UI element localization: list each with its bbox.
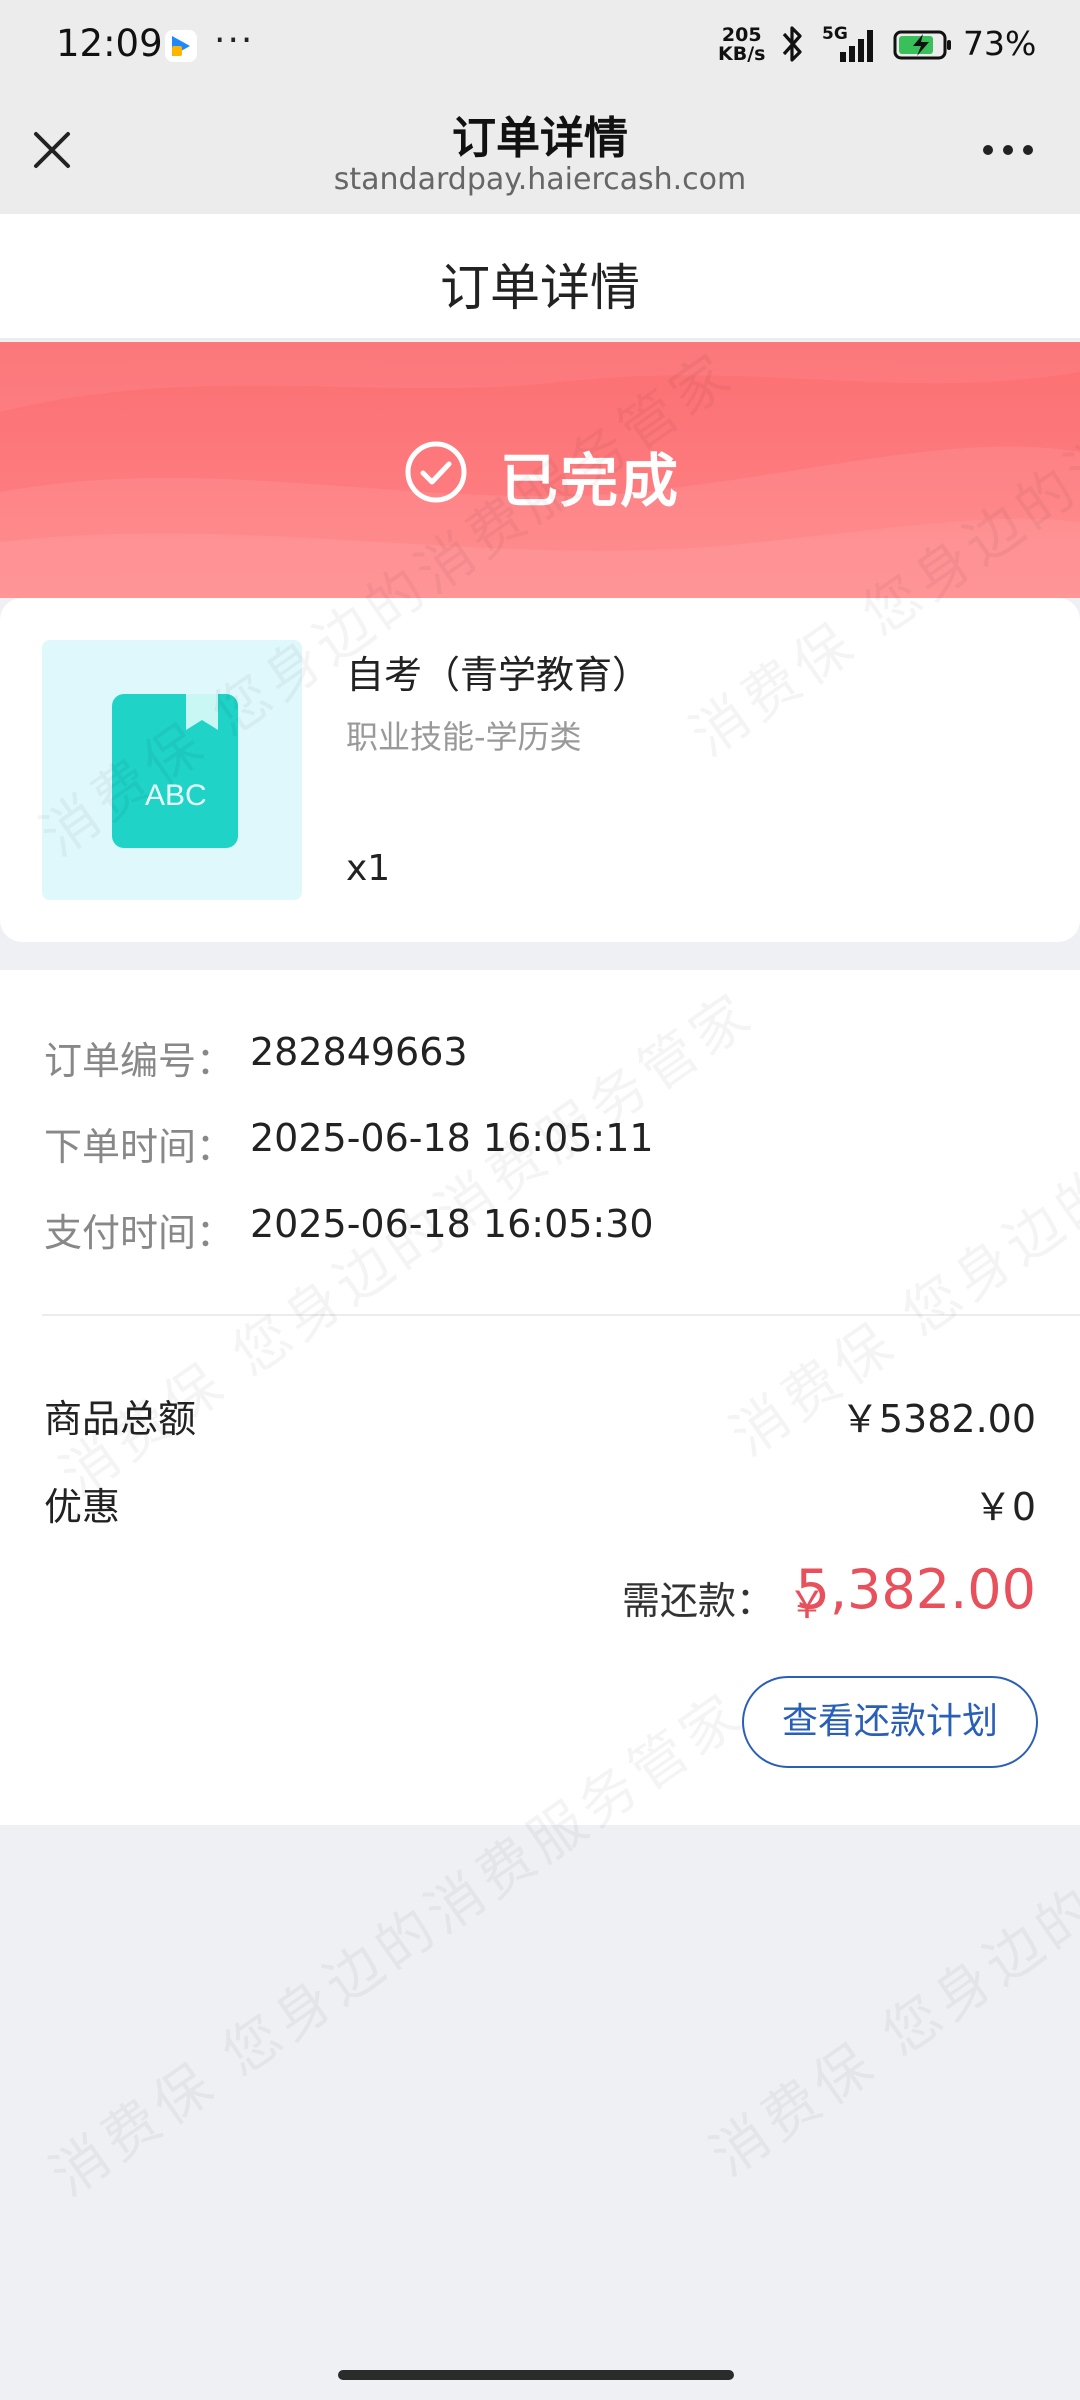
order-info-card: 订单编号： 282849663 下单时间： 2025-06-18 16:05:1… <box>0 970 1080 1825</box>
browser-header: 订单详情 standardpay.haiercash.com <box>0 88 1080 214</box>
more-notifications-icon: ··· <box>214 20 255 61</box>
network-speed: 205 KB/s <box>718 26 765 64</box>
status-banner: 已完成 <box>0 342 1080 598</box>
product-category: 职业技能-学历类 <box>346 718 582 756</box>
due-amount: 5,382.00 <box>795 1558 1036 1621</box>
discount-value: ￥0 <box>973 1485 1036 1529</box>
order-time-row: 下单时间： 2025-06-18 16:05:11 <box>44 1116 654 1171</box>
due-label: 需还款： <box>622 1579 775 1623</box>
product-quantity: x1 <box>346 848 391 889</box>
page-header: 订单详情 <box>0 214 1080 340</box>
book-icon-label: ABC <box>145 779 207 812</box>
pay-time-row: 支付时间： 2025-06-18 16:05:30 <box>44 1202 654 1257</box>
check-circle-icon <box>405 441 467 503</box>
product-thumbnail: ABC <box>42 640 302 900</box>
home-indicator[interactable] <box>338 2370 734 2380</box>
pay-time-label: 支付时间： <box>44 1211 235 1255</box>
order-number-value: 282849663 <box>250 1030 468 1074</box>
view-repayment-plan-button[interactable]: 查看还款计划 <box>742 1676 1038 1768</box>
order-number-label: 订单编号： <box>44 1039 235 1083</box>
network-speed-unit: KB/s <box>718 43 766 65</box>
battery-icon <box>893 30 951 60</box>
product-name: 自考（青学教育） <box>346 653 651 697</box>
browser-url: standardpay.haiercash.com <box>333 162 747 197</box>
page-title: 订单详情 <box>440 259 640 317</box>
order-number-row: 订单编号： 282849663 <box>44 1030 468 1085</box>
pay-time-value: 2025-06-18 16:05:30 <box>250 1202 654 1246</box>
order-time-value: 2025-06-18 16:05:11 <box>250 1116 654 1160</box>
notification-app-icon <box>165 30 197 62</box>
bluetooth-icon <box>782 26 802 62</box>
total-amount-value: ￥5382.00 <box>840 1397 1036 1441</box>
signal-icon <box>840 30 873 62</box>
order-time-label: 下单时间： <box>44 1125 235 1169</box>
status-bar: 12:09 ··· 205 KB/s 5G 73% <box>0 0 1080 88</box>
more-options-icon[interactable] <box>980 138 1036 162</box>
battery-percent: 73% <box>963 24 1037 63</box>
book-icon: ABC <box>112 694 238 848</box>
discount-label: 优惠 <box>44 1485 121 1529</box>
order-status: 已完成 <box>500 447 681 515</box>
product-card: ABC 自考（青学教育） 职业技能-学历类 x1 <box>0 598 1080 942</box>
status-time: 12:09 <box>56 22 163 65</box>
divider <box>42 1314 1080 1316</box>
browser-title: 订单详情 <box>452 113 628 164</box>
total-amount-label: 商品总额 <box>44 1397 197 1441</box>
